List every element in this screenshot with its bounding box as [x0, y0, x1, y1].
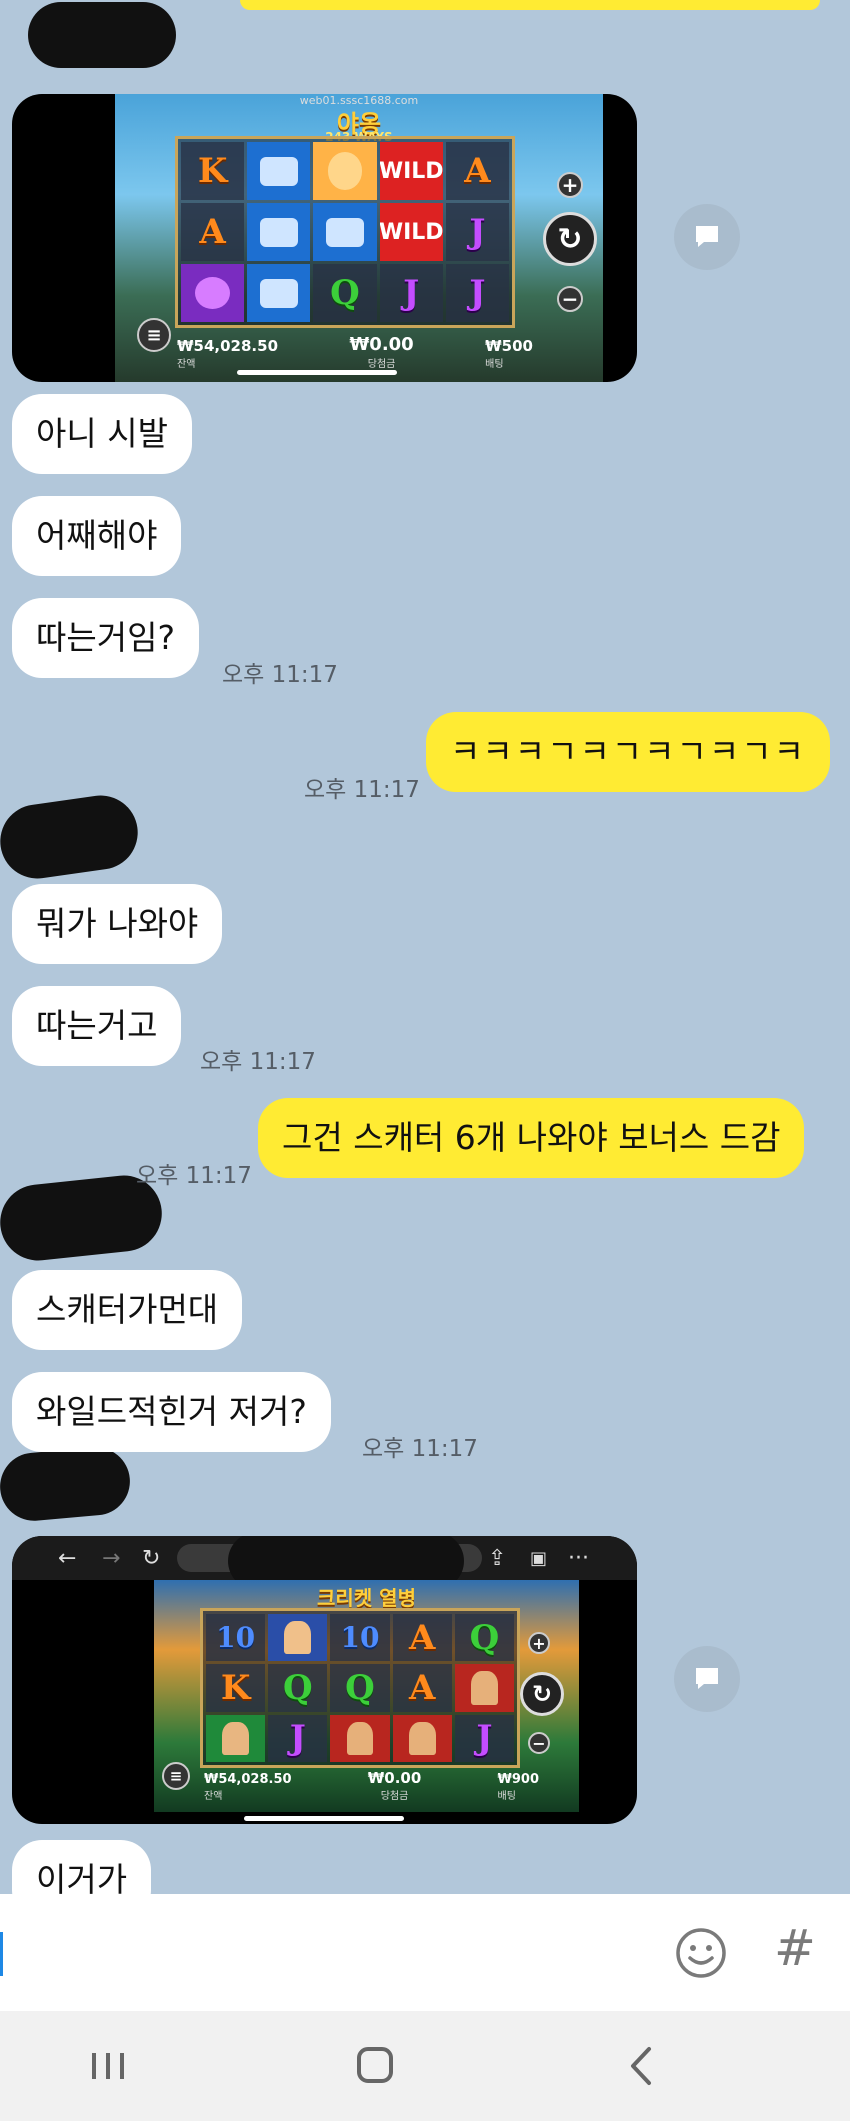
- message-bubble-incoming[interactable]: 어째해야: [12, 496, 182, 576]
- redacted-sender: [28, 2, 176, 68]
- share-icon: [696, 1668, 718, 1689]
- reel-symbol: J: [268, 1714, 328, 1762]
- cat-symbol-icon: [313, 142, 377, 200]
- recent-apps-button[interactable]: [78, 2041, 138, 2091]
- back-arrow-icon: ←: [58, 1545, 77, 1571]
- message-timestamp: 오후 11:17: [362, 1436, 478, 1462]
- reload-icon: ↻: [142, 1545, 161, 1571]
- message-bubble-incoming[interactable]: 와일드적힌거 저거?: [12, 1372, 331, 1452]
- reel-symbol: Q: [454, 1614, 514, 1662]
- reel-symbol: J: [454, 1714, 514, 1762]
- image-message-slot-game-2[interactable]: ← → ↻ ● ⇪ ▣ ··· 크리켓 열병 1010AQKQQAJJ + ↻ …: [12, 1536, 637, 1824]
- reel-symbol: Q: [330, 1664, 390, 1712]
- reel-symbol-wild: WILD: [379, 142, 443, 200]
- share-page-icon: ⇪: [488, 1545, 507, 1571]
- balance-label: 잔액: [177, 359, 196, 370]
- game-hud: ₩54,028.50 잔액 ₩0.00 당첨금 ₩900 배팅: [154, 1766, 579, 1802]
- message-timestamp: 오후 11:17: [222, 662, 338, 688]
- bet-minus-icon: −: [557, 286, 583, 312]
- redacted-sender: [0, 790, 143, 884]
- text-cursor: [0, 1932, 3, 1976]
- more-icon: ···: [568, 1545, 589, 1571]
- can-symbol-icon: [247, 142, 311, 200]
- message-bubble-outgoing[interactable]: 그건 스캐터 6개 나와야 보너스 드감: [258, 1098, 805, 1178]
- message-bubble-incoming[interactable]: 아니 시발: [12, 394, 192, 474]
- reel-symbol: A: [181, 203, 245, 261]
- win-value: ₩0.00: [367, 1769, 422, 1787]
- message-timestamp: 오후 11:17: [136, 1163, 252, 1189]
- game-hud: ₩54,028.50 잔액 ₩0.00 당첨금 ₩500 배팅: [115, 330, 603, 370]
- reel-symbol: K: [206, 1664, 266, 1712]
- tabs-icon: ▣: [530, 1547, 548, 1569]
- reel-symbol: 10: [330, 1614, 390, 1662]
- share-button[interactable]: [674, 1646, 740, 1712]
- win-label: 당첨금: [367, 359, 396, 370]
- message-bubble-incoming[interactable]: 스캐터가먼대: [12, 1270, 243, 1350]
- can-symbol-icon: [247, 264, 311, 322]
- reel-symbol: 10: [206, 1614, 266, 1662]
- player2-symbol-icon: [454, 1664, 514, 1712]
- slot-game-screenshot: 크리켓 열병 10 10 A Q K Q Q A J J + ↻ − ≡ ₩54,028.50 잔액…: [154, 1580, 579, 1812]
- share-icon: [696, 226, 718, 247]
- back-button[interactable]: [613, 2041, 673, 2091]
- bet-label: 배팅: [497, 1791, 516, 1802]
- redacted-sender: [0, 1444, 133, 1524]
- home-icon: [357, 2047, 393, 2083]
- balance-label: 잔액: [204, 1791, 223, 1802]
- can-symbol-icon: [313, 203, 377, 261]
- back-icon: [631, 2047, 651, 2085]
- bet-value: ₩500: [485, 337, 533, 355]
- forward-arrow-icon: →: [102, 1545, 121, 1571]
- win-value: ₩0.00: [349, 334, 414, 355]
- emoji-button[interactable]: [674, 1926, 728, 1980]
- recent-apps-icon: [92, 2053, 124, 2079]
- spin-icon: ↻: [520, 1672, 564, 1716]
- player-symbol-icon: [268, 1614, 328, 1662]
- bet-label: 배팅: [485, 359, 504, 370]
- reel-symbol: J: [445, 264, 509, 322]
- message-bubble-incoming[interactable]: 뭐가 나와야: [12, 884, 223, 964]
- bet-minus-icon: −: [528, 1732, 550, 1754]
- player2-symbol-icon: [330, 1714, 390, 1762]
- message-bubble-incoming[interactable]: 따는거고: [12, 986, 182, 1066]
- reel-symbol: J: [445, 203, 509, 261]
- slot-reels: K WILD A A WILD J Q J J: [175, 136, 515, 328]
- message-bubble-incoming[interactable]: 따는거임?: [12, 598, 199, 678]
- home-indicator: [237, 370, 397, 375]
- balance-value: ₩54,028.50: [177, 337, 279, 355]
- home-indicator: [244, 1816, 404, 1821]
- reel-symbol: A: [392, 1664, 452, 1712]
- reel-symbol: K: [181, 142, 245, 200]
- message-timestamp: 오후 11:17: [304, 777, 420, 803]
- reel-symbol: J: [379, 264, 443, 322]
- hashtag-button[interactable]: #: [770, 1918, 820, 1978]
- home-button[interactable]: [345, 2041, 405, 2091]
- bet-value: ₩900: [497, 1772, 539, 1787]
- game-title: 크리켓 열병: [317, 1586, 416, 1610]
- reel-symbol: A: [392, 1614, 452, 1662]
- reel-symbol: Q: [268, 1664, 328, 1712]
- reel-symbol: A: [445, 142, 509, 200]
- image-message-slot-game[interactable]: web01.sssc1688.com 야옹 243 WAYS KWILDAAWI…: [12, 94, 637, 382]
- previous-message-edge: [240, 0, 820, 10]
- system-navigation-bar: [0, 2011, 850, 2121]
- bet-plus-icon: +: [528, 1632, 550, 1654]
- emoji-icon: [676, 1928, 726, 1978]
- slot-game-screenshot: web01.sssc1688.com 야옹 243 WAYS KWILDAAWI…: [115, 94, 603, 382]
- reel-symbol-wild: WILD: [379, 203, 443, 261]
- player3-symbol-icon: [206, 1714, 266, 1762]
- balance-value: ₩54,028.50: [204, 1772, 292, 1787]
- spin-icon: ↻: [543, 212, 597, 266]
- reel-symbol: Q: [313, 264, 377, 322]
- player2-symbol-icon: [392, 1714, 452, 1762]
- message-input-bar[interactable]: #: [0, 1894, 850, 2011]
- message-bubble-outgoing[interactable]: ㅋㅋㅋㄱㅋㄱㅋㄱㅋㄱㅋ: [426, 712, 830, 792]
- can-symbol-icon: [247, 203, 311, 261]
- ball-symbol-icon: [181, 264, 245, 322]
- message-timestamp: 오후 11:17: [200, 1049, 316, 1075]
- win-label: 당첨금: [380, 1791, 409, 1802]
- share-button[interactable]: [674, 204, 740, 270]
- bet-plus-icon: +: [557, 172, 583, 198]
- slot-reels: 10 10 A Q K Q Q A J J: [200, 1608, 520, 1768]
